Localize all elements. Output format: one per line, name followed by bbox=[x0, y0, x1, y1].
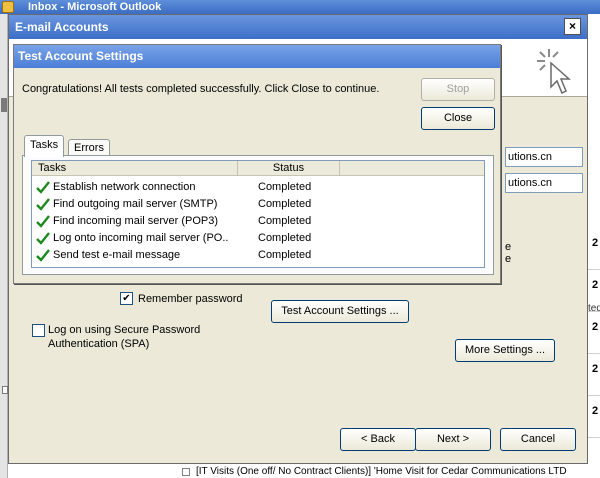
remember-password-label: Remember password bbox=[138, 293, 243, 305]
email-accounts-title: E-mail Accounts bbox=[15, 20, 109, 34]
check-icon bbox=[36, 249, 50, 262]
close-button[interactable]: Close bbox=[421, 107, 495, 130]
list-item[interactable]: Find incoming mail server (POP3) Complet… bbox=[32, 213, 484, 230]
tasks-list[interactable]: Tasks Status Establish network connectio… bbox=[31, 160, 485, 268]
message-row[interactable]: 2 bbox=[586, 312, 600, 354]
task-name: Send test e-mail message bbox=[53, 249, 181, 261]
stop-button[interactable]: Stop bbox=[421, 78, 495, 101]
list-header: Tasks Status bbox=[32, 161, 484, 176]
label-fragment: e bbox=[505, 241, 512, 253]
message-row[interactable]: 2 bbox=[586, 396, 600, 438]
remember-password-checkbox[interactable]: ✔ bbox=[120, 292, 133, 305]
navigation-pane-edge bbox=[0, 14, 8, 478]
cursor-sparkle-icon bbox=[537, 49, 571, 95]
check-icon bbox=[36, 215, 50, 228]
label-fragment: e bbox=[505, 253, 512, 265]
outlook-window-title: Inbox - Microsoft Outlook bbox=[28, 1, 162, 13]
reading-pane-subject: [IT Visits (One off/ No Contract Clients… bbox=[196, 466, 567, 477]
task-status: Completed bbox=[258, 215, 312, 227]
task-name: Find incoming mail server (POP3) bbox=[53, 215, 219, 227]
reading-item-checkbox[interactable] bbox=[182, 468, 190, 476]
test-account-settings-title: Test Account Settings bbox=[18, 49, 144, 63]
spa-label-line2: Authentication (SPA) bbox=[48, 338, 150, 350]
column-header-tasks[interactable]: Tasks bbox=[32, 161, 238, 176]
next-button[interactable]: Next > bbox=[415, 428, 491, 451]
pane-marker bbox=[1, 98, 7, 112]
list-item[interactable]: Log onto incoming mail server (PO... Com… bbox=[32, 230, 484, 247]
task-name: Establish network connection bbox=[53, 181, 196, 193]
outlook-app-icon bbox=[2, 1, 14, 13]
test-account-settings-titlebar: Test Account Settings bbox=[14, 45, 500, 68]
message-list-edge: 2 2 ted 2 2 2 bbox=[586, 228, 600, 478]
spa-label-line1: Log on using Secure Password bbox=[48, 324, 201, 336]
test-account-settings-dialog: Test Account Settings Congratulations! A… bbox=[13, 44, 501, 284]
task-status: Completed bbox=[258, 232, 312, 244]
back-button[interactable]: < Back bbox=[340, 428, 416, 451]
task-status: Completed bbox=[258, 198, 312, 210]
check-icon bbox=[36, 198, 50, 211]
email-accounts-titlebar: E-mail Accounts × bbox=[9, 15, 587, 39]
list-item[interactable]: Find outgoing mail server (SMTP) Complet… bbox=[32, 196, 484, 213]
cancel-button[interactable]: Cancel bbox=[500, 428, 576, 451]
message-row[interactable]: 2 bbox=[586, 354, 600, 396]
tasks-panel: Tasks Status Establish network connectio… bbox=[22, 155, 494, 275]
column-header-status[interactable]: Status bbox=[238, 161, 340, 176]
check-icon bbox=[36, 232, 50, 245]
message-row[interactable]: 2 bbox=[586, 228, 600, 270]
check-icon bbox=[36, 181, 50, 194]
tab-errors[interactable]: Errors bbox=[68, 139, 110, 156]
success-message: Congratulations! All tests completed suc… bbox=[22, 83, 380, 95]
task-name: Log onto incoming mail server (PO... bbox=[53, 232, 229, 244]
task-status: Completed bbox=[258, 181, 312, 193]
message-row[interactable]: 2 ted bbox=[586, 270, 600, 314]
outgoing-server-field[interactable]: utions.cn bbox=[505, 173, 583, 193]
outlook-titlebar: Inbox - Microsoft Outlook bbox=[0, 0, 600, 14]
incoming-server-field[interactable]: utions.cn bbox=[505, 147, 583, 167]
list-item[interactable]: Establish network connection Completed bbox=[32, 179, 484, 196]
tab-tasks[interactable]: Tasks bbox=[24, 135, 65, 157]
spa-checkbox[interactable] bbox=[32, 324, 45, 337]
task-status: Completed bbox=[258, 249, 312, 261]
task-name: Find outgoing mail server (SMTP) bbox=[53, 198, 218, 210]
close-icon[interactable]: × bbox=[564, 18, 581, 35]
test-account-settings-button[interactable]: Test Account Settings ... bbox=[271, 300, 409, 323]
more-settings-button[interactable]: More Settings ... bbox=[455, 339, 555, 362]
list-item[interactable]: Send test e-mail message Completed bbox=[32, 247, 484, 264]
